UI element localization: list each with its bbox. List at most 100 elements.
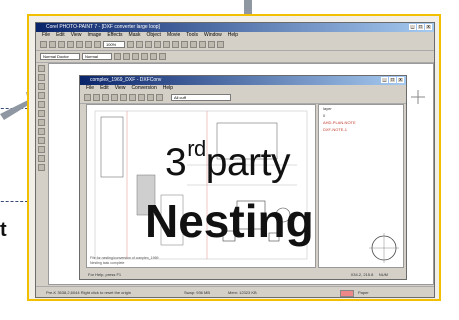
layers-icon[interactable] [190,41,197,48]
shape-tool-icon[interactable] [38,128,45,135]
align-icon[interactable] [150,53,157,60]
copy-icon[interactable] [85,41,92,48]
doc-minimize-button[interactable]: _ [381,77,388,83]
undo-icon[interactable] [127,41,134,48]
menu-effects[interactable]: Effects [107,32,122,39]
layer-row[interactable]: DXF-NOTE-1 [319,126,403,133]
ruler-icon[interactable] [181,41,188,48]
paint-swatch [340,290,354,297]
console-line: Nesting task complete [90,261,125,265]
app-statusbar: Pre-K 3538,2,6044 Right click to reset t… [36,286,434,298]
menu-view[interactable]: View [71,32,82,39]
property-bar: Normal Doctor Normal [36,51,434,63]
grid-icon[interactable] [172,41,179,48]
doc-titlebar: complex_1969_DXF - DXFConv _ □ x [80,76,406,85]
status-swap: Swap: 936 MB [184,290,211,295]
doc-menu-help[interactable]: Help [163,85,173,92]
menu-image[interactable]: Image [87,32,101,39]
left-fragment-text: t [0,219,7,241]
layer-row[interactable]: AHD-PLAN-NOTE [319,119,403,126]
doc-fit-icon[interactable] [129,94,136,101]
save-icon[interactable] [58,41,65,48]
zoom-tool-icon[interactable] [38,92,45,99]
doc-toolbar: All cuff [80,92,406,104]
doc-filter-select[interactable]: All cuff [171,94,231,101]
text-tool-icon[interactable] [38,137,45,144]
overlay-title-line1: 3rdparty [165,136,290,185]
mask-tool-icon[interactable] [38,74,45,81]
menu-help[interactable]: Help [228,32,238,39]
fill-icon[interactable] [163,41,170,48]
doc-menu-view[interactable]: View [115,85,126,92]
menu-movie[interactable]: Movie [167,32,180,39]
doc-menu-conversion[interactable]: Conversion [131,85,156,92]
eyedropper-tool-icon[interactable] [38,101,45,108]
merge-select[interactable]: Normal [82,53,112,60]
app-titlebar: Corel PHOTO-PAINT 7 - [DXF converter lar… [36,23,434,32]
layer-list: layer 0 AHD-PLAN-NOTE DXF-NOTE-1 [318,104,404,268]
snap-icon[interactable] [159,53,166,60]
crosshair-cursor-icon [411,90,425,104]
fill-tool-icon[interactable] [38,146,45,153]
paint-tool-icon[interactable] [38,155,45,162]
pick-tool-icon[interactable] [38,65,45,72]
doc-coords: X34.2, 215.8 [350,272,374,277]
zoom-select[interactable]: 100% [103,41,125,48]
layer-row[interactable]: layer [319,105,403,112]
cut-icon[interactable] [76,41,83,48]
close-button[interactable]: x [425,24,432,30]
nib-icon[interactable] [123,53,130,60]
menu-edit[interactable]: Edit [56,32,65,39]
doc-open-icon[interactable] [84,94,91,101]
effect-tool-icon[interactable] [38,164,45,171]
app-menubar: File Edit View Image Effects Mask Object… [36,32,434,39]
menu-mask[interactable]: Mask [129,32,141,39]
console-output: File for nesting/conversion of complex_1… [90,256,158,266]
standard-toolbar: 100% [36,39,434,51]
line-tool-icon[interactable] [38,119,45,126]
doc-menubar: File Edit View Conversion Help [80,85,406,92]
palette-icon[interactable] [208,41,215,48]
mask-icon[interactable] [145,41,152,48]
doc-numlock: NUM [378,272,388,277]
antialias-icon[interactable] [141,53,148,60]
circle-preview-icon [369,233,399,263]
paste-icon[interactable] [94,41,101,48]
doc-status-coords: X34.2, 215.8 NUM [351,270,388,279]
doc-menu-file[interactable]: File [86,85,94,92]
help-icon[interactable] [217,41,224,48]
eraser-tool-icon[interactable] [38,110,45,117]
doc-pan-icon[interactable] [120,94,127,101]
transparency-icon[interactable] [132,53,139,60]
doc-layer-icon[interactable] [138,94,145,101]
menu-file[interactable]: File [42,32,50,39]
info-icon[interactable] [199,41,206,48]
maximize-button[interactable]: □ [417,24,424,30]
new-icon[interactable] [40,41,47,48]
print-icon[interactable] [67,41,74,48]
mode-select[interactable]: Normal Doctor [40,53,80,60]
overlay-suffix: party [205,141,291,184]
toolbox [37,63,47,283]
open-icon[interactable] [49,41,56,48]
doc-menu-edit[interactable]: Edit [100,85,109,92]
doc-nest-icon[interactable] [147,94,154,101]
minimize-button[interactable]: _ [409,24,416,30]
object-icon[interactable] [154,41,161,48]
layer-row[interactable]: 0 [319,112,403,119]
doc-close-button[interactable]: x [397,77,404,83]
overlay-title-line2: Nesting [145,195,314,247]
menu-object[interactable]: Object [147,32,161,39]
brush-icon[interactable] [114,53,121,60]
doc-zoom-icon[interactable] [111,94,118,101]
doc-print-icon[interactable] [102,94,109,101]
doc-save-icon[interactable] [93,94,100,101]
menu-window[interactable]: Window [204,32,222,39]
doc-export-icon[interactable] [156,94,163,101]
redo-icon[interactable] [136,41,143,48]
app-title: Corel PHOTO-PAINT 7 - [DXF converter lar… [46,24,160,30]
doc-maximize-button[interactable]: □ [389,77,396,83]
connector-bar [244,0,252,14]
menu-tools[interactable]: Tools [186,32,198,39]
crop-tool-icon[interactable] [38,83,45,90]
